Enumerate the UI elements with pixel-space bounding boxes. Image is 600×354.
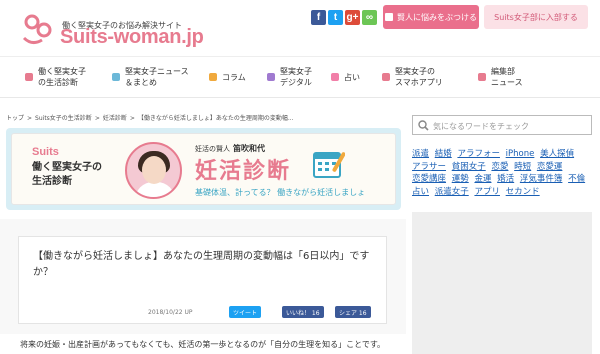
breadcrumb-item[interactable]: Suits女子の生活診断: [35, 115, 92, 122]
nav-item-1[interactable]: 堅実女子ニュース ＆まとめ: [112, 57, 189, 97]
banner-brand: Suits: [32, 146, 59, 158]
tag-link[interactable]: セカンド: [506, 187, 540, 197]
tag-link[interactable]: 婚活: [497, 174, 514, 184]
nav-item-label: 堅実女子 デジタル: [280, 67, 312, 87]
nav-item-label: 堅実女子の スマホアプリ: [395, 67, 443, 87]
tag-cloud: 派遣 結婚 アラフォー iPhone 美人探偵 アラサー 貧困女子 恋愛 時短 …: [412, 148, 592, 198]
tag-link[interactable]: 貧困女子: [452, 162, 486, 172]
tag-link[interactable]: 派遣: [412, 149, 429, 159]
tag-link[interactable]: 占い: [412, 187, 429, 197]
banner-author: 笛吹和代: [233, 144, 265, 153]
nav-item-label: 占い: [344, 72, 360, 82]
twitter-icon[interactable]: t: [328, 10, 343, 25]
banner-series: 働く堅実女子の生活診断: [32, 162, 102, 187]
editorial-icon: [478, 73, 486, 81]
diagnosis-icon: [25, 73, 33, 81]
global-nav: 働く堅実女子 の生活診断 堅実女子ニュース ＆まとめ コラム 堅実女子 デジタル 占い 堅…: [0, 56, 600, 98]
breadcrumb-item[interactable]: トップ: [6, 115, 24, 122]
article-lead: 将来の妊娠・出産計画があってもなくても、妊活の第一歩となるのが「自分の生理を知る…: [20, 340, 386, 349]
breadcrumb-item[interactable]: 【働きながら妊活しましょ】あなたの生理周期の変動幅...: [138, 115, 294, 122]
nav-item-0[interactable]: 働く堅実女子 の生活診断: [25, 57, 86, 97]
article-date: 2018/10/22 UP: [148, 309, 193, 316]
tag-link[interactable]: アラサー: [412, 162, 446, 172]
nav-item-3[interactable]: 堅実女子 デジタル: [267, 57, 312, 97]
nav-item-6[interactable]: 編集部 ニュース: [478, 57, 523, 97]
tweet-button-label: ツイート: [233, 309, 258, 317]
tag-link[interactable]: アラフォー: [457, 149, 500, 159]
logo-text: Suits-woman.jp: [60, 26, 204, 48]
share-button-label: シェア 16: [339, 309, 367, 317]
nav-item-5[interactable]: 堅実女子の スマホアプリ: [382, 57, 443, 97]
smartphone-icon: [382, 73, 390, 81]
social-buttons: f t g+ ∞: [311, 10, 377, 25]
tag-link[interactable]: 不倫: [568, 174, 585, 184]
sidebar-ad-area: [412, 212, 592, 354]
search-input[interactable]: 気になるワードをチェック: [433, 121, 529, 132]
banner-panel: Suits 働く堅実女子の生活診断 妊活の賢人 笛吹和代 妊活診断 基礎体温、計っ…: [11, 133, 396, 205]
tweet-button[interactable]: ツイート: [229, 306, 262, 318]
consult-button[interactable]: 賢人に悩みをぶつける: [383, 5, 479, 29]
share-button[interactable]: シェア 16: [335, 306, 371, 318]
nav-item-label: 堅実女子ニュース ＆まとめ: [125, 67, 189, 87]
logo-mark-icon: [22, 14, 52, 45]
tag-link[interactable]: 結婚: [435, 149, 452, 159]
breadcrumb-separator: >: [129, 115, 135, 122]
nav-item-label: 働く堅実女子 の生活診断: [38, 67, 86, 87]
tag-link[interactable]: 美人探偵: [540, 149, 574, 159]
tag-link[interactable]: 浮気事件簿: [520, 174, 563, 184]
author-avatar: [125, 142, 182, 199]
tag-link[interactable]: 恋愛運: [537, 162, 563, 172]
column-icon: [209, 73, 217, 81]
tag-link[interactable]: 恋愛: [491, 162, 508, 172]
nav-item-label: 編集部 ニュース: [491, 67, 523, 87]
facebook-icon[interactable]: f: [311, 10, 326, 25]
like-button-label: いいね！ 16: [286, 309, 320, 317]
site-header: 働く堅実女子のお悩み解決サイト Suits-woman.jp f t g+ ∞ 賢人に…: [0, 0, 600, 56]
fortune-icon: [331, 73, 339, 81]
article-title: 【働きながら妊活しましょ】あなたの生理周期の変動幅は「6日以内」ですか？: [33, 251, 370, 278]
tag-link[interactable]: 派遣女子: [435, 187, 469, 197]
banner-subtitle: 基礎体温、計ってる？ 働きながら妊活しましょ: [195, 188, 366, 197]
tag-link[interactable]: アプリ: [474, 187, 500, 197]
tag-link[interactable]: 時短: [514, 162, 531, 172]
google-plus-icon[interactable]: g+: [345, 10, 360, 25]
calendar-thermometer-icon: [313, 152, 345, 178]
banner-title: 妊活診断: [195, 159, 292, 184]
diagnosis-banner[interactable]: Suits 働く堅実女子の生活診断 妊活の賢人 笛吹和代 妊活診断 基礎体温、計っ…: [6, 128, 401, 210]
breadcrumb-item[interactable]: 妊活診断: [103, 115, 127, 122]
breadcrumb: トップ > Suits女子の生活診断 > 妊活診断 > 【働きながら妊活しましょ】あなたの生…: [6, 113, 297, 122]
tag-link[interactable]: 恋愛講座: [412, 174, 446, 184]
mail-icon: [385, 13, 393, 21]
tag-link[interactable]: iPhone: [506, 149, 535, 159]
nav-item-label: コラム: [222, 72, 246, 82]
breadcrumb-separator: >: [94, 115, 100, 122]
news-icon: [112, 73, 120, 81]
feedly-icon[interactable]: ∞: [362, 10, 377, 25]
article-card: 【働きながら妊活しましょ】あなたの生理周期の変動幅は「6日以内」ですか？ 201…: [18, 236, 387, 324]
breadcrumb-separator: >: [27, 115, 33, 122]
nav-item-2[interactable]: コラム: [209, 57, 246, 97]
join-button[interactable]: Suits女子部に入部する: [484, 5, 588, 29]
consult-button-label: 賢人に悩みをぶつける: [397, 12, 477, 22]
tag-link[interactable]: 運勢: [452, 174, 469, 184]
tag-link[interactable]: 金運: [474, 174, 491, 184]
banner-by-label: 妊活の賢人: [195, 145, 230, 153]
like-button[interactable]: いいね！ 16: [282, 306, 324, 318]
search-icon: [418, 120, 429, 131]
nav-item-4[interactable]: 占い: [331, 57, 360, 97]
digital-icon: [267, 73, 275, 81]
join-button-label: Suits女子部に入部する: [494, 12, 578, 22]
search-box[interactable]: 気になるワードをチェック: [412, 115, 592, 135]
